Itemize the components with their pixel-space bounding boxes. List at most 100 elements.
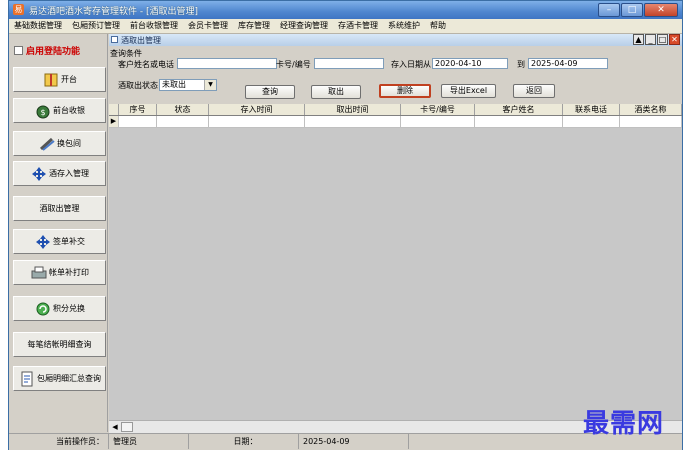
col-deposit-time[interactable]: 存入时间 [209,104,305,115]
sidebar-wine-takeout-label: 酒取出管理 [39,204,80,213]
search-button[interactable]: 查询 [245,85,295,99]
app-icon: 易 [13,4,24,15]
take-out-button[interactable]: 取出 [311,85,361,99]
delete-button[interactable]: 删除 [379,84,431,98]
sidebar-change-room-button[interactable]: 换包间 [13,131,106,156]
title-bar[interactable]: 易 易达酒吧酒水寄存管理软件 - [酒取出管理] – □ ✕ [9,1,682,19]
main-window: 易 易达酒吧酒水寄存管理软件 - [酒取出管理] – □ ✕ 基础数据管理 包厢… [8,0,683,450]
operator-value: 管理员 [109,434,189,449]
document-icon [18,371,36,387]
sidebar: 启用登陆功能 开台 $ 前台收银 换包间 酒存入管理 酒取出管理 签单补交 帐单… [9,34,108,432]
menu-wine-card[interactable]: 存酒卡管理 [333,19,383,33]
export-excel-button[interactable]: 导出Excel [441,84,496,98]
table-cell[interactable] [209,116,305,127]
row-indicator: ▶ [109,116,119,127]
money-bag-icon: $ [34,103,52,119]
sidebar-change-room-label: 换包间 [57,139,81,148]
sidebar-room-summary-label: 包厢明细汇总查询 [37,374,101,383]
date-to-input[interactable]: 2025-04-09 [528,58,608,69]
date-from-input[interactable]: 2020-04-10 [432,58,508,69]
date-label: 日期： [189,434,299,449]
window-title: 易达酒吧酒水寄存管理软件 - [酒取出管理] [29,7,198,17]
sidebar-sign-bill-button[interactable]: 签单补交 [13,229,106,254]
mdi-area: 酒取出管理 ▲ _ □ ✕ 查询条件 客户姓名或电话 卡号/编号 存入日期从 2… [109,34,682,433]
query-section-label: 查询条件 [110,49,142,58]
menu-basic-data[interactable]: 基础数据管理 [9,19,67,33]
status-label: 酒取出状态 [118,81,158,90]
login-toggle-label: 启用登陆功能 [26,47,81,57]
col-card-number[interactable]: 卡号/编号 [401,104,475,115]
printer-icon [30,265,48,281]
col-index[interactable]: 序号 [119,104,157,115]
child-window-title: 酒取出管理 [121,36,161,45]
sidebar-wine-deposit-button[interactable]: 酒存入管理 [13,161,106,186]
menu-member-card[interactable]: 会员卡管理 [183,19,233,33]
col-takeout-time[interactable]: 取出时间 [305,104,401,115]
chevron-down-icon[interactable]: ▼ [204,80,216,90]
table-cell[interactable] [119,116,157,127]
card-input[interactable] [314,58,384,69]
sidebar-cashier-button[interactable]: $ 前台收银 [13,98,106,123]
sidebar-open-table-label: 开台 [61,75,77,84]
refresh-icon [34,301,52,317]
sidebar-points-button[interactable]: 积分兑换 [13,296,106,321]
status-bar: 当前操作员： 管理员 日期： 2025-04-09 [9,433,682,450]
child-minimize-button[interactable]: _ [645,34,656,45]
child-maximize-button[interactable]: □ [657,34,668,45]
menu-bar: 基础数据管理 包厢预订管理 前台收银管理 会员卡管理 库存管理 经理查询管理 存… [9,19,682,34]
col-wine-name[interactable]: 酒类名称 [620,104,682,115]
table-cell[interactable] [620,116,682,127]
maximize-button[interactable]: □ [621,3,643,17]
sidebar-bill-detail-button[interactable]: 每笔结帐明细查询 [13,332,106,357]
sidebar-wine-deposit-label: 酒存入管理 [49,169,89,178]
scroll-left-icon[interactable]: ◀ [110,422,120,432]
customer-input[interactable] [177,58,277,69]
child-window-icon [111,36,118,43]
minimize-button[interactable]: – [598,3,620,17]
sidebar-room-summary-button[interactable]: 包厢明细汇总查询 [13,366,106,391]
menu-system[interactable]: 系统维护 [383,19,425,33]
sidebar-open-table-button[interactable]: 开台 [13,67,106,92]
login-toggle[interactable]: 启用登陆功能 [14,44,80,57]
menu-help[interactable]: 帮助 [425,19,451,33]
table-row[interactable]: ▶ [109,116,682,128]
card-label: 卡号/编号 [276,60,311,69]
data-grid: 序号 状态 存入时间 取出时间 卡号/编号 客户姓名 联系电话 酒类名称 ▶ [109,104,682,420]
col-customer-name[interactable]: 客户姓名 [475,104,563,115]
child-close-button[interactable]: ✕ [669,34,680,45]
menu-cashier[interactable]: 前台收银管理 [125,19,183,33]
move-arrows-icon [34,234,52,250]
window-controls: – □ ✕ [598,3,678,17]
child-restore-button[interactable]: ▲ [633,34,644,45]
table-cell[interactable] [475,116,563,127]
grid-header: 序号 状态 存入时间 取出时间 卡号/编号 客户姓名 联系电话 酒类名称 [109,104,682,116]
pencil-icon [38,136,56,152]
customer-label: 客户姓名或电话 [118,60,174,69]
status-select[interactable]: 未取出 ▼ [159,79,217,91]
table-cell[interactable] [305,116,401,127]
menu-inventory[interactable]: 库存管理 [233,19,275,33]
sidebar-wine-takeout-button[interactable]: 酒取出管理 [13,196,106,221]
table-cell[interactable] [401,116,475,127]
back-button[interactable]: 返回 [513,84,555,98]
open-table-icon [42,72,60,88]
menu-room-booking[interactable]: 包厢预订管理 [67,19,125,33]
close-button[interactable]: ✕ [644,3,678,17]
watermark-text: 最需网 [583,409,665,439]
sidebar-reprint-button[interactable]: 帐单补打印 [13,260,106,285]
date-from-label: 存入日期从 [391,60,431,69]
date-to-label: 到 [517,60,525,69]
menu-manager-query[interactable]: 经理查询管理 [275,19,333,33]
table-cell[interactable] [157,116,209,127]
sidebar-sign-bill-label: 签单补交 [53,237,85,246]
col-phone[interactable]: 联系电话 [563,104,620,115]
sidebar-reprint-label: 帐单补打印 [49,268,89,277]
scroll-thumb[interactable] [121,422,133,432]
move-arrows-icon [30,166,48,182]
col-status[interactable]: 状态 [157,104,209,115]
sidebar-points-label: 积分兑换 [53,304,85,313]
login-checkbox[interactable] [14,46,23,55]
table-cell[interactable] [563,116,620,127]
operator-label: 当前操作员： [9,434,109,449]
svg-text:$: $ [40,108,45,117]
